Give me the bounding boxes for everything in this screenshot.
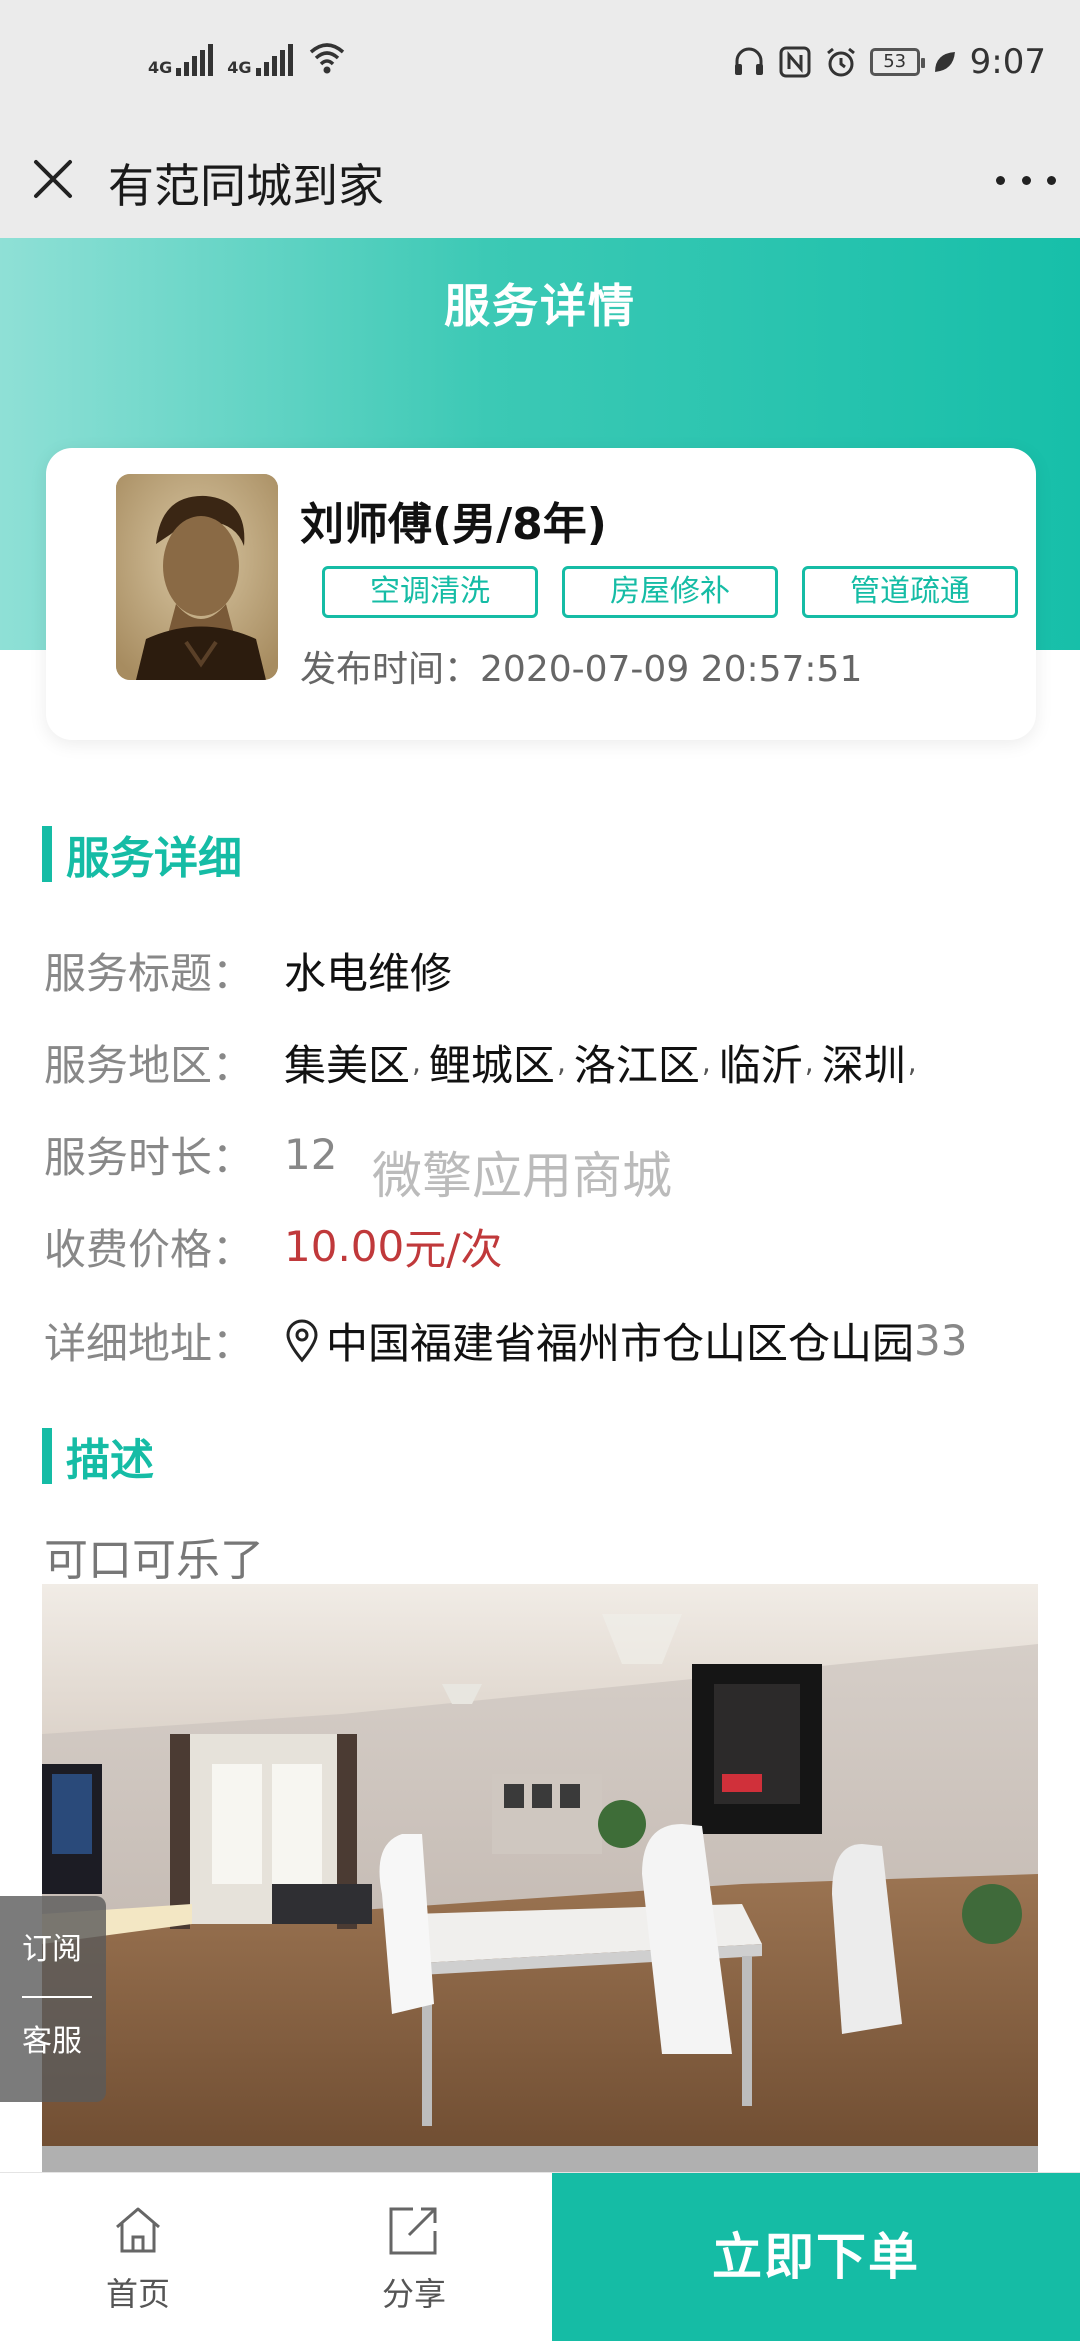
share-icon	[389, 2207, 437, 2255]
status-bar: 4G 4G 53 9:07	[0, 0, 1080, 132]
section-accent-bar	[42, 1428, 52, 1484]
signal-group: 4G 4G	[148, 40, 347, 76]
close-icon[interactable]	[28, 154, 78, 204]
area-item: 集美区	[284, 1041, 411, 1090]
row-value: 12	[284, 1130, 338, 1179]
home-icon	[116, 2207, 160, 2253]
tab-home[interactable]: 首页	[78, 2201, 198, 2315]
title-bar: 有范同城到家	[0, 132, 1080, 238]
service-tag[interactable]: 房屋修补	[562, 566, 778, 618]
floating-side-panel: 订阅 客服	[0, 1896, 106, 2102]
area-separator: ,	[804, 1046, 814, 1079]
section-header-detail: 服务详细	[42, 822, 242, 886]
status-icons: 53 9:07	[732, 42, 1046, 82]
row-label: 服务标题：	[44, 949, 255, 998]
row-value: 水电维修	[284, 949, 453, 998]
dot-icon	[996, 175, 1005, 185]
price-unit: 元/次	[404, 1225, 503, 1274]
avatar-portrait-image	[116, 474, 278, 680]
row-label: 服务地区：	[44, 1041, 255, 1090]
signal-bars-icon	[255, 44, 293, 76]
detail-row-area: 服务地区： 集美区, 鲤城区, 洛江区, 临沂, 深圳,	[44, 1032, 925, 1093]
area-item: 深圳	[821, 1041, 906, 1090]
row-label: 收费价格：	[44, 1225, 255, 1274]
bottom-action-bar: 首页 分享 立即下单	[0, 2172, 1080, 2341]
network-type-1: 4G	[148, 58, 173, 77]
page-title: 服务详情	[444, 279, 636, 333]
tab-share[interactable]: 分享	[354, 2201, 474, 2315]
avatar[interactable]	[116, 474, 278, 680]
tab-label: 分享	[381, 2275, 446, 2313]
area-separator: ,	[412, 1046, 421, 1079]
area-item: 洛江区	[573, 1041, 700, 1090]
detail-row-duration: 服务时长： 12	[44, 1124, 337, 1185]
area-separator: ,	[907, 1046, 917, 1079]
more-options-button[interactable]	[996, 160, 1056, 200]
service-tag[interactable]: 管道疏通	[802, 566, 1018, 618]
wifi-icon	[309, 43, 344, 74]
section-header-description: 描述	[42, 1424, 154, 1488]
section-title: 描述	[66, 1435, 154, 1486]
dining-room-image	[42, 1584, 1038, 2172]
section-accent-bar	[42, 826, 52, 882]
tab-label: 首页	[105, 2275, 170, 2313]
battery-indicator: 53	[869, 48, 925, 76]
leaf-icon	[934, 52, 955, 72]
detail-row-price: 收费价格： 10.00 元/次	[44, 1216, 502, 1277]
network-type-2: 4G	[227, 58, 252, 77]
subscribe-button[interactable]: 订阅	[22, 1924, 82, 1968]
order-now-button[interactable]: 立即下单	[552, 2173, 1080, 2341]
area-item: 鲤城区	[428, 1041, 555, 1090]
clock: 9:07	[969, 42, 1046, 82]
nfc-icon	[779, 46, 811, 78]
publish-time: 发布时间：2020-07-09 20:57:51	[300, 640, 862, 692]
area-item: 临沂	[718, 1041, 803, 1090]
watermark-text: 微擎应用商城	[372, 1147, 672, 1205]
headset-icon	[734, 47, 763, 75]
dot-icon	[1047, 175, 1056, 185]
area-separator: ,	[701, 1046, 711, 1079]
price-value: 10.00	[284, 1222, 405, 1271]
app-title: 有范同城到家	[108, 159, 384, 213]
cellular-signal-2: 4G	[227, 44, 293, 77]
publish-time-value: 2020-07-09 20:57:51	[480, 649, 863, 690]
detail-row-address: 详细地址： 中国福建省福州市仓山区仓山园 33	[44, 1310, 967, 1371]
row-label: 详细地址：	[44, 1319, 255, 1368]
address-value[interactable]: 中国福建省福州市仓山区仓山园	[326, 1310, 914, 1371]
area-separator: ,	[556, 1046, 566, 1079]
service-tag[interactable]: 空调清洗	[322, 566, 538, 618]
location-pin-icon	[286, 1319, 318, 1362]
dot-icon	[1021, 175, 1031, 185]
service-tags: 空调清洗 房屋修补 管道疏通	[322, 566, 1018, 618]
worker-profile-card: 刘师傅(男/8年) 空调清洗 房屋修补 管道疏通 发布时间：2020-07-09…	[46, 448, 1036, 740]
photo-bottom-strip	[42, 2146, 1038, 2172]
worker-name: 刘师傅(男/8年)	[300, 499, 607, 550]
detail-row-title: 服务标题： 水电维修	[44, 940, 452, 1001]
alarm-icon	[826, 47, 855, 77]
description-text: 可口可乐了	[44, 1535, 264, 1586]
publish-time-label: 发布时间：	[300, 649, 481, 690]
divider	[22, 1996, 92, 1998]
description-photo[interactable]	[42, 1584, 1038, 2172]
address-number: 33	[914, 1316, 968, 1365]
row-label: 服务时长：	[44, 1133, 255, 1182]
customer-service-button[interactable]: 客服	[22, 2016, 82, 2060]
section-title: 服务详细	[66, 833, 242, 884]
signal-bars-icon	[176, 44, 214, 76]
cellular-signal-1: 4G	[148, 44, 214, 77]
